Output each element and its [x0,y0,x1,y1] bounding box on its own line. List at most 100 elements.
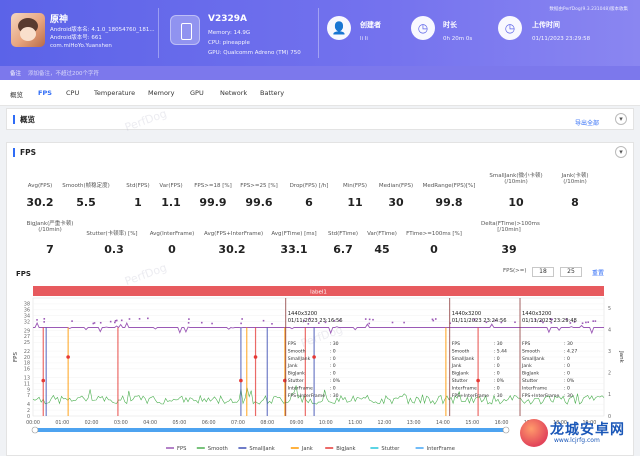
fps-marker [262,319,265,322]
remark-label: 备注 [10,71,22,77]
reset-button[interactable]: 重置 [592,268,604,277]
export-all-link[interactable]: 导出全部 [575,118,599,127]
y-tick-label: 0 [27,414,30,420]
x-tick-label: 07:00 [231,420,245,426]
tooltip-key: Smooth [452,348,470,354]
legend-item-label: Jank [301,446,313,452]
tooltip-value: : 0 [330,371,336,377]
app-version-code: Android版本号: 661 [50,35,102,41]
tooltip-time: 01/11/2023 23:24:56 [452,318,507,324]
fps-marker [114,321,116,324]
header-divider [318,8,319,58]
metric-label: Smooth(帧稳定度) [62,183,110,189]
tab-network[interactable]: Network [220,89,247,97]
fps-series-line [33,321,604,335]
fps-marker [581,322,584,325]
fps-marker [587,321,590,323]
site-watermark: 龙城安卓网 www.lcjrfg.com [520,418,638,448]
fps-marker [71,320,73,322]
metric-label: SmallJank(微小卡顿) (/10min) [489,173,543,185]
fps-marker [109,320,112,323]
collapse-icon[interactable]: ▾ [615,146,627,158]
overview-card: 概览 导出全部 ▾ [6,108,634,130]
tooltip-key: FPS [452,341,460,347]
tooltip-value: : 30 [330,341,339,347]
fps-marker [138,318,141,320]
tooltip-key: Jank [287,363,298,369]
tooltip-value: : 0 [564,356,570,362]
metric-label: Stutter(卡顿率) [%] [86,231,138,237]
tooltip-key: FPS+InterFrame [522,393,559,399]
collapse-icon[interactable]: ▾ [615,113,627,125]
fps-marker [188,318,190,320]
tab-temperature[interactable]: Temperature [94,89,135,97]
tab-gpu[interactable]: GPU [190,89,204,97]
bigjank-marker [312,355,316,359]
metric-value: 8 [571,196,579,209]
metric-value: 0 [430,243,438,256]
tooltip-key: FPS [288,341,296,347]
fps-marker [147,317,149,320]
tooltip-key: SmallJank [522,356,545,362]
brand-logo-icon [520,419,548,447]
creator-value: li li [360,36,368,42]
tooltip-key: Jank [521,363,532,369]
clock-icon: ◷ [411,16,435,40]
y-right-tick-label: 2 [608,371,611,377]
y-tick-label: 29 [24,328,30,334]
label-bar-text: label1 [310,290,327,296]
app-version-name: Android版本名: 4.1.0_18054760_181... [50,27,155,33]
tab-battery[interactable]: Battery [260,89,284,97]
tab-fps[interactable]: FPS [38,89,52,97]
user-icon: 👤 [327,16,351,40]
x-tick-label: 16:00 [495,420,509,426]
metric-label: FTime>=100ms [%] [406,231,462,237]
tooltip-key: SmallJank [452,356,475,362]
y-right-axis-label: Jank [618,350,624,363]
fps-marker [431,318,434,321]
fps-threshold-low-input[interactable]: 18 [532,267,554,277]
metric-value: 39 [501,243,517,256]
metric-value: 30 [388,196,404,209]
fps-marker [391,321,394,324]
x-tick-label: 12:00 [377,420,391,426]
y-axis-label: FPS [13,352,19,362]
x-tick-label: 10:00 [319,420,333,426]
x-tick-label: 13:00 [407,420,421,426]
tooltip-value: : 0 [330,348,336,354]
fps-threshold-high-input[interactable]: 25 [560,267,582,277]
tooltip-key: Stutter [522,378,538,384]
y-tick-label: 11 [24,381,30,387]
tab-cpu[interactable]: CPU [66,89,79,97]
upload-time-value: 01/11/2023 23:29:58 [532,36,591,42]
tooltip-key: FPS [522,341,530,347]
upload-time-label: 上传时间 [532,21,560,29]
fps-marker [434,318,437,320]
fps-marker [36,319,38,321]
metric-label: Delta(FTime)>100ms [/10min] [481,221,540,233]
fps-marker [585,321,587,324]
x-tick-label: 11:00 [348,420,362,426]
tooltip-value: : 0% [330,378,341,384]
metric-label: MedRange(FPS)[%] [422,183,476,189]
tooltip-value: : 0 [494,363,500,369]
tooltip-value: : 30 [564,341,573,347]
y-tick-label: 9 [27,387,30,393]
tab-memory[interactable]: Memory [148,89,174,97]
overview-title: 概览 [13,115,35,124]
bigjank-marker [253,355,258,359]
time-range-scrollbar [35,428,506,432]
scrollbar-handle-left [31,426,39,434]
y-tick-label: 16 [24,367,30,373]
tooltip-value: : 30 [494,393,503,399]
fps-marker [120,319,123,322]
tab-overview[interactable]: 概览 [10,89,23,99]
tooltip-key: Smooth [288,348,306,354]
y-tick-label: 13 [24,375,30,381]
legend-item-label: InterFrame [427,446,455,452]
app-icon [11,13,45,47]
tooltip-value: : 0 [494,356,500,362]
fps-marker [211,322,213,325]
perfdog-report: 原神 Android版本名: 4.1.0_18054760_181... And… [0,0,640,456]
remark-input[interactable]: 添加备注，不超过200个字符 [28,69,99,77]
